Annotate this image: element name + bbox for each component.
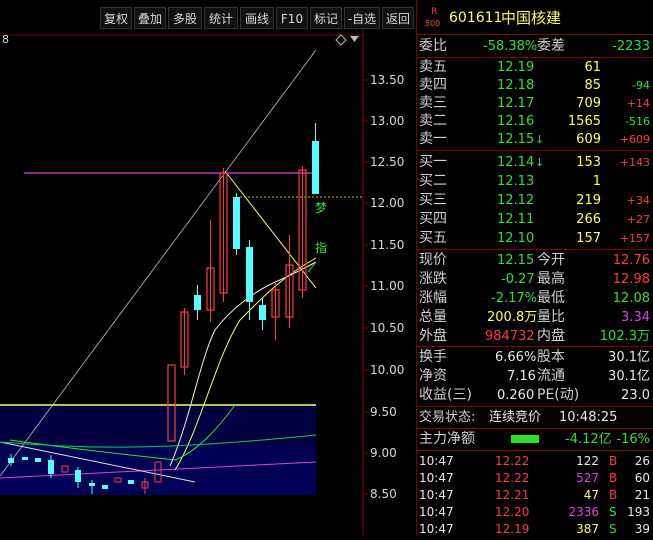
quote-row-price: 现价 12.15 今开 12.76 [417, 250, 653, 271]
price-tick-850: 8.50 [370, 487, 397, 501]
price-tick-1200: 12.00 [370, 196, 404, 210]
price-tick-1250: 12.50 [370, 155, 404, 169]
current-price: 12.15 [497, 253, 535, 268]
r-sub-marker: 500 [425, 19, 441, 28]
f10-button[interactable]: F10 [276, 7, 308, 29]
kline-chart[interactable]: 8 梦 指 13.50 13.00 12.50 12.00 11.50 11.0… [0, 30, 416, 535]
bid-row-1[interactable]: 买一 12.14 ↓ 153 +143 [417, 152, 653, 173]
ask-row-1[interactable]: 卖一 12.15 ↓ 609 +609 [417, 129, 653, 150]
price-tick-1300: 13.00 [370, 114, 404, 128]
quote-panel: R 500 601611 中国核建 委比 -58.38% 委差 -2233 卖五… [416, 0, 653, 536]
bid-row-4[interactable]: 买四 12.11 266 +27 [417, 209, 653, 230]
bid-row-2[interactable]: 买二 12.13 1 [417, 171, 653, 192]
quote-row-change: 涨跌 -0.27 最高 12.98 [419, 271, 650, 287]
stock-code: 601611 [449, 10, 503, 26]
annotation-arrow [307, 261, 317, 273]
draw-line-button[interactable]: 画线 [240, 7, 274, 29]
tick-row[interactable]: 10:47 12.19 387 S 39 [417, 519, 653, 540]
mark-button[interactable]: 标记 [310, 7, 342, 29]
candles-rally [180, 123, 319, 375]
fund-row-turnover: 换手 6.66% 股本 30.1亿 [419, 349, 650, 365]
quote-row-volume: 总量 200.8万 量比 3.34 [419, 309, 650, 325]
weibi-row: 委比 -58.38% 委差 -2233 [417, 36, 653, 57]
overlay-button[interactable]: 叠加 [134, 7, 166, 29]
chart-toolbar: 复权 叠加 多股 统计 画线 F10 标记 -自选 返回 [0, 0, 416, 30]
status-time: 10:48:25 [559, 410, 618, 425]
price-tick-1100: 11.00 [370, 279, 404, 293]
main-flow-row: 主力净额 -4.12亿 -16% [419, 431, 650, 447]
stock-name: 中国核建 [501, 9, 562, 27]
multi-stock-button[interactable]: 多股 [168, 7, 202, 29]
annotation-zhi: 指 [315, 240, 327, 255]
add-watchlist-button[interactable]: -自选 [344, 7, 380, 29]
fund-row-eps: 收益(三) 0.260 PE(动) 23.0 [419, 387, 650, 403]
price-tick-1000: 10.00 [370, 363, 404, 377]
quote-row-outer: 外盘 984732 内盘 102.3万 [419, 328, 650, 344]
weicha-value: -2233 [612, 39, 650, 54]
stock-header: R 500 601611 中国核建 [417, 7, 653, 34]
down-arrow-icon: ↓ [535, 133, 545, 146]
flow-bar [511, 435, 539, 443]
fund-row-netasset: 净资 7.16 流通 30.1亿 [419, 368, 650, 384]
bid-row-3[interactable]: 买三 12.12 219 +34 [417, 190, 653, 211]
price-tick-1350: 13.50 [370, 73, 404, 87]
fuquan-button[interactable]: 复权 [100, 7, 132, 29]
price-tick-900: 9.00 [370, 446, 397, 460]
quote-row-pct: 涨幅 -2.17% 最低 12.08 [419, 290, 650, 306]
bid-row-5[interactable]: 买五 12.10 157 +157 [417, 228, 653, 249]
kline-svg[interactable]: 8 梦 指 13.50 13.00 12.50 12.00 11.50 11.0… [0, 30, 416, 535]
back-button[interactable]: 返回 [382, 7, 414, 29]
chart-collapse-icon[interactable] [350, 36, 359, 42]
price-axis: 13.50 13.00 12.50 12.00 11.50 11.00 10.5… [363, 73, 404, 501]
trade-status-row: 交易状态: 连续竞价 10:48:25 [417, 407, 653, 428]
price-tick-1150: 11.50 [370, 238, 404, 252]
down-arrow-icon: ↓ [535, 156, 545, 169]
statistics-button[interactable]: 统计 [204, 7, 238, 29]
weibi-value: -58.38% [483, 39, 538, 54]
period-marker: 8 [2, 33, 9, 46]
price-tick-950: 9.50 [370, 405, 397, 419]
annotation-meng: 梦 [315, 201, 327, 215]
chart-options-icon[interactable] [335, 34, 347, 46]
price-tick-1050: 10.50 [370, 321, 404, 335]
